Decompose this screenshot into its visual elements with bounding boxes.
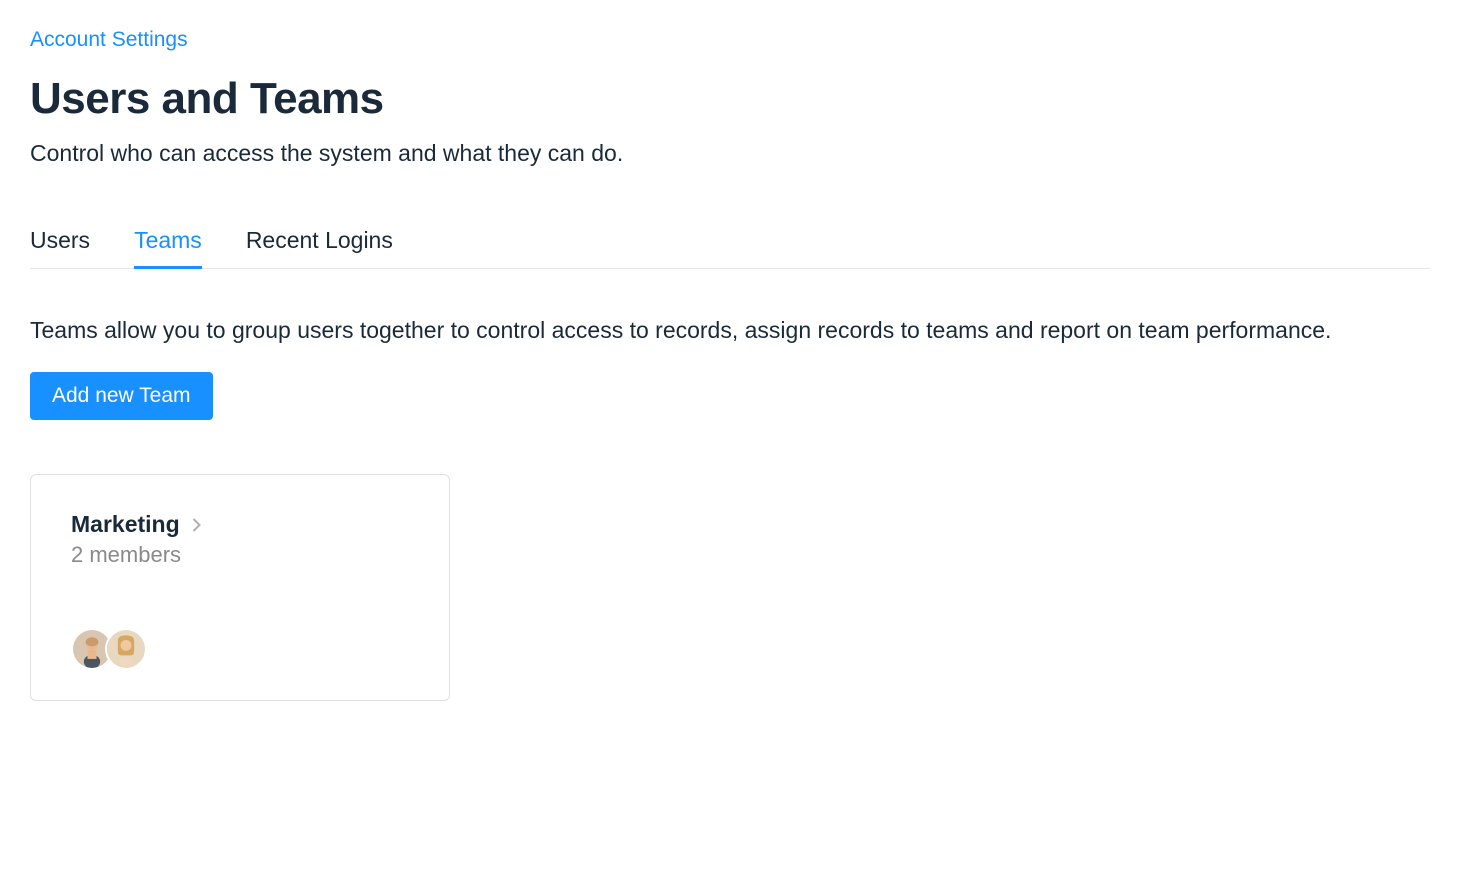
page-subtitle: Control who can access the system and wh… xyxy=(30,140,1430,167)
tab-teams[interactable]: Teams xyxy=(134,227,202,268)
page-title: Users and Teams xyxy=(30,74,1430,124)
team-card-marketing[interactable]: Marketing 2 members xyxy=(30,474,450,701)
teams-list: Marketing 2 members xyxy=(30,474,1430,701)
tabs: Users Teams Recent Logins xyxy=(30,227,1430,269)
team-avatars xyxy=(71,628,409,670)
chevron-right-icon xyxy=(190,518,204,532)
tab-recent-logins[interactable]: Recent Logins xyxy=(246,227,393,268)
avatar xyxy=(105,628,147,670)
team-name: Marketing xyxy=(71,511,180,538)
tab-users[interactable]: Users xyxy=(30,227,90,268)
add-new-team-button[interactable]: Add new Team xyxy=(30,372,213,420)
teams-section-description: Teams allow you to group users together … xyxy=(30,317,1430,344)
team-card-header: Marketing xyxy=(71,511,409,538)
team-members-count: 2 members xyxy=(71,542,409,568)
breadcrumb-account-settings[interactable]: Account Settings xyxy=(30,28,188,52)
